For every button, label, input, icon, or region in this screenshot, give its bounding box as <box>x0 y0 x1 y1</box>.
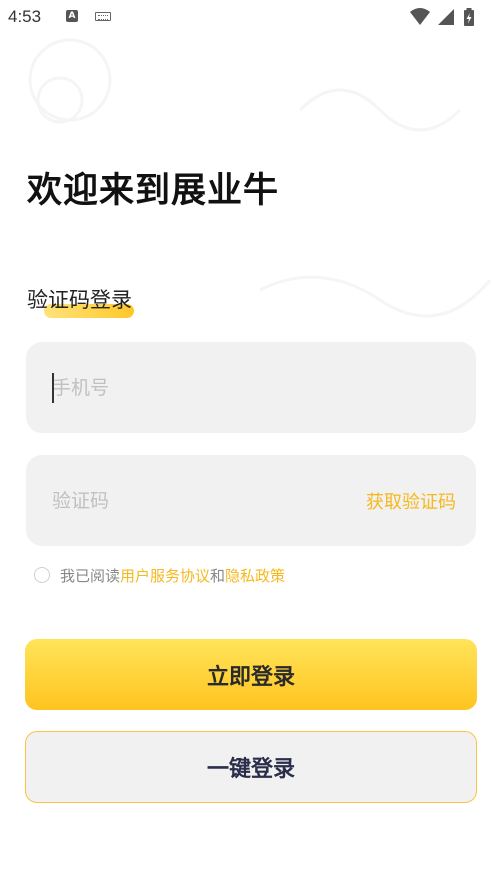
get-code-button[interactable]: 获取验证码 <box>366 455 456 546</box>
text-cursor <box>52 373 54 403</box>
phone-field[interactable] <box>26 342 476 433</box>
user-agreement-link[interactable]: 用户服务协议 <box>120 565 210 586</box>
signal-icon <box>438 9 454 25</box>
privacy-policy-link[interactable]: 隐私政策 <box>225 565 285 586</box>
status-icons <box>408 6 488 28</box>
agreement-checkbox[interactable] <box>34 567 50 583</box>
section-label: 验证码登录 <box>27 288 132 312</box>
battery-charging-icon <box>464 8 474 26</box>
phone-input[interactable] <box>52 342 332 433</box>
agreement-row: 我已阅读 用户服务协议 和 隐私政策 <box>34 564 285 586</box>
code-field[interactable]: 获取验证码 <box>26 455 476 546</box>
agreement-conjunction: 和 <box>210 566 226 585</box>
status-bar: 4:53 A <box>0 0 500 34</box>
one-key-login-button[interactable]: 一键登录 <box>25 731 477 803</box>
login-button[interactable]: 立即登录 <box>25 639 477 710</box>
status-time: 4:53 <box>8 7 42 26</box>
wifi-icon <box>410 8 430 25</box>
notification-a-icon: A <box>66 10 78 22</box>
page-title: 欢迎来到展业牛 <box>27 171 280 211</box>
agreement-prefix: 我已阅读 <box>60 566 121 585</box>
verification-code-input[interactable] <box>52 455 332 546</box>
keyboard-icon <box>95 12 111 21</box>
